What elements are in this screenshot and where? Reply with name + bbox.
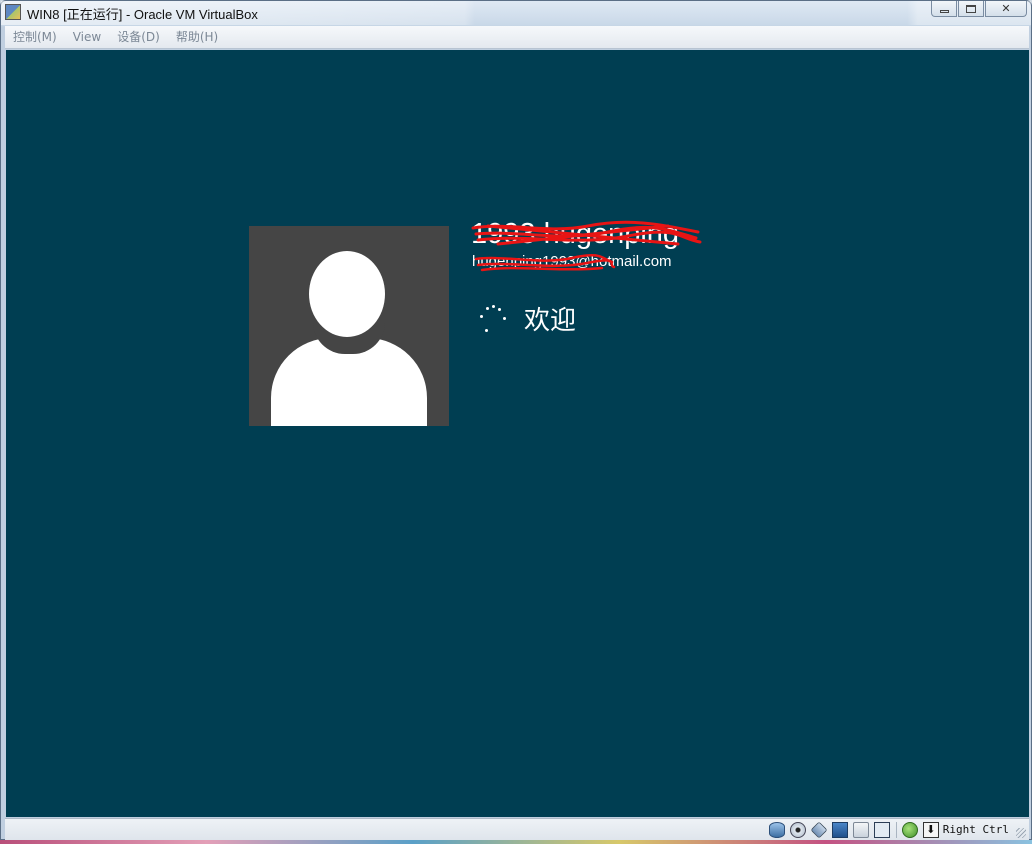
shared-folders-icon[interactable] [852,821,869,838]
menu-control[interactable]: 控制(M) [5,26,65,48]
loading-spinner-icon [476,304,510,334]
usb-icon[interactable] [810,821,828,838]
menu-devices[interactable]: 设备(D) [109,26,168,48]
window-controls: ✕ [930,1,1027,19]
close-button[interactable]: ✕ [985,1,1027,17]
mouse-integration-icon[interactable] [901,821,918,838]
hard-disk-icon[interactable] [768,821,785,838]
user-avatar-icon [249,226,449,426]
virtualbox-icon[interactable] [5,4,21,20]
status-separator [895,821,897,838]
user-email: hugenping1993@hotmail.com [472,253,672,270]
window-title: WIN8 [正在运行] - Oracle VM VirtualBox [27,7,258,22]
maximize-button[interactable] [958,1,984,17]
keyboard-capture-icon[interactable]: ⬇ [922,821,939,838]
close-icon: ✕ [1001,2,1011,15]
menu-view[interactable]: View [65,26,109,48]
minimize-icon [939,9,949,13]
resize-grip[interactable] [1016,828,1026,838]
cpu-icon[interactable] [873,821,890,838]
network-icon[interactable] [831,821,848,838]
maximize-icon [966,4,976,13]
host-key-label[interactable]: Right Ctrl [943,823,1009,836]
optical-drive-icon[interactable] [789,821,806,838]
menu-help[interactable]: 帮助(H) [168,26,226,48]
virtualbox-window: WIN8 [正在运行] - Oracle VM VirtualBox ✕ 控制(… [0,0,1032,840]
menu-bar: 控制(M) View 设备(D) 帮助(H) [5,26,1029,49]
minimize-button[interactable] [931,1,957,17]
welcome-status: 欢迎 [524,306,577,336]
title-bar[interactable]: WIN8 [正在运行] - Oracle VM VirtualBox ✕ [1,1,1031,25]
avatar-head-shape [309,251,385,337]
vm-display[interactable]: 1993 hugenping hugenping1993@hotmail.com… [6,50,1029,817]
user-name: 1993 hugenping [471,218,680,250]
status-bar: ⬇ Right Ctrl [5,818,1029,840]
